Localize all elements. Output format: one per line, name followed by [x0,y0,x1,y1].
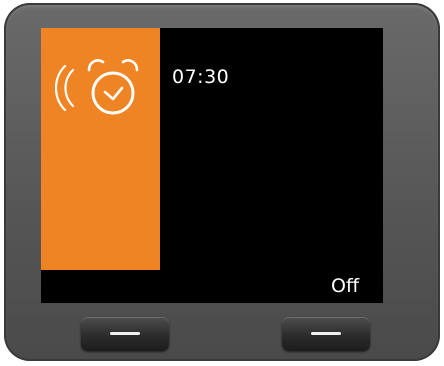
ringing-alarm-clock-icon [54,59,139,115]
right-softkey-button[interactable] [282,317,370,351]
alarm-status-panel [41,28,160,270]
softkey-bar-icon [110,332,140,335]
display-screen: 07:30 Off [41,28,383,303]
softkey-right-label: Off [331,275,360,297]
alarm-time: 07:30 [172,66,230,88]
left-softkey-button[interactable] [81,317,169,351]
softkey-bar-icon [311,332,341,335]
